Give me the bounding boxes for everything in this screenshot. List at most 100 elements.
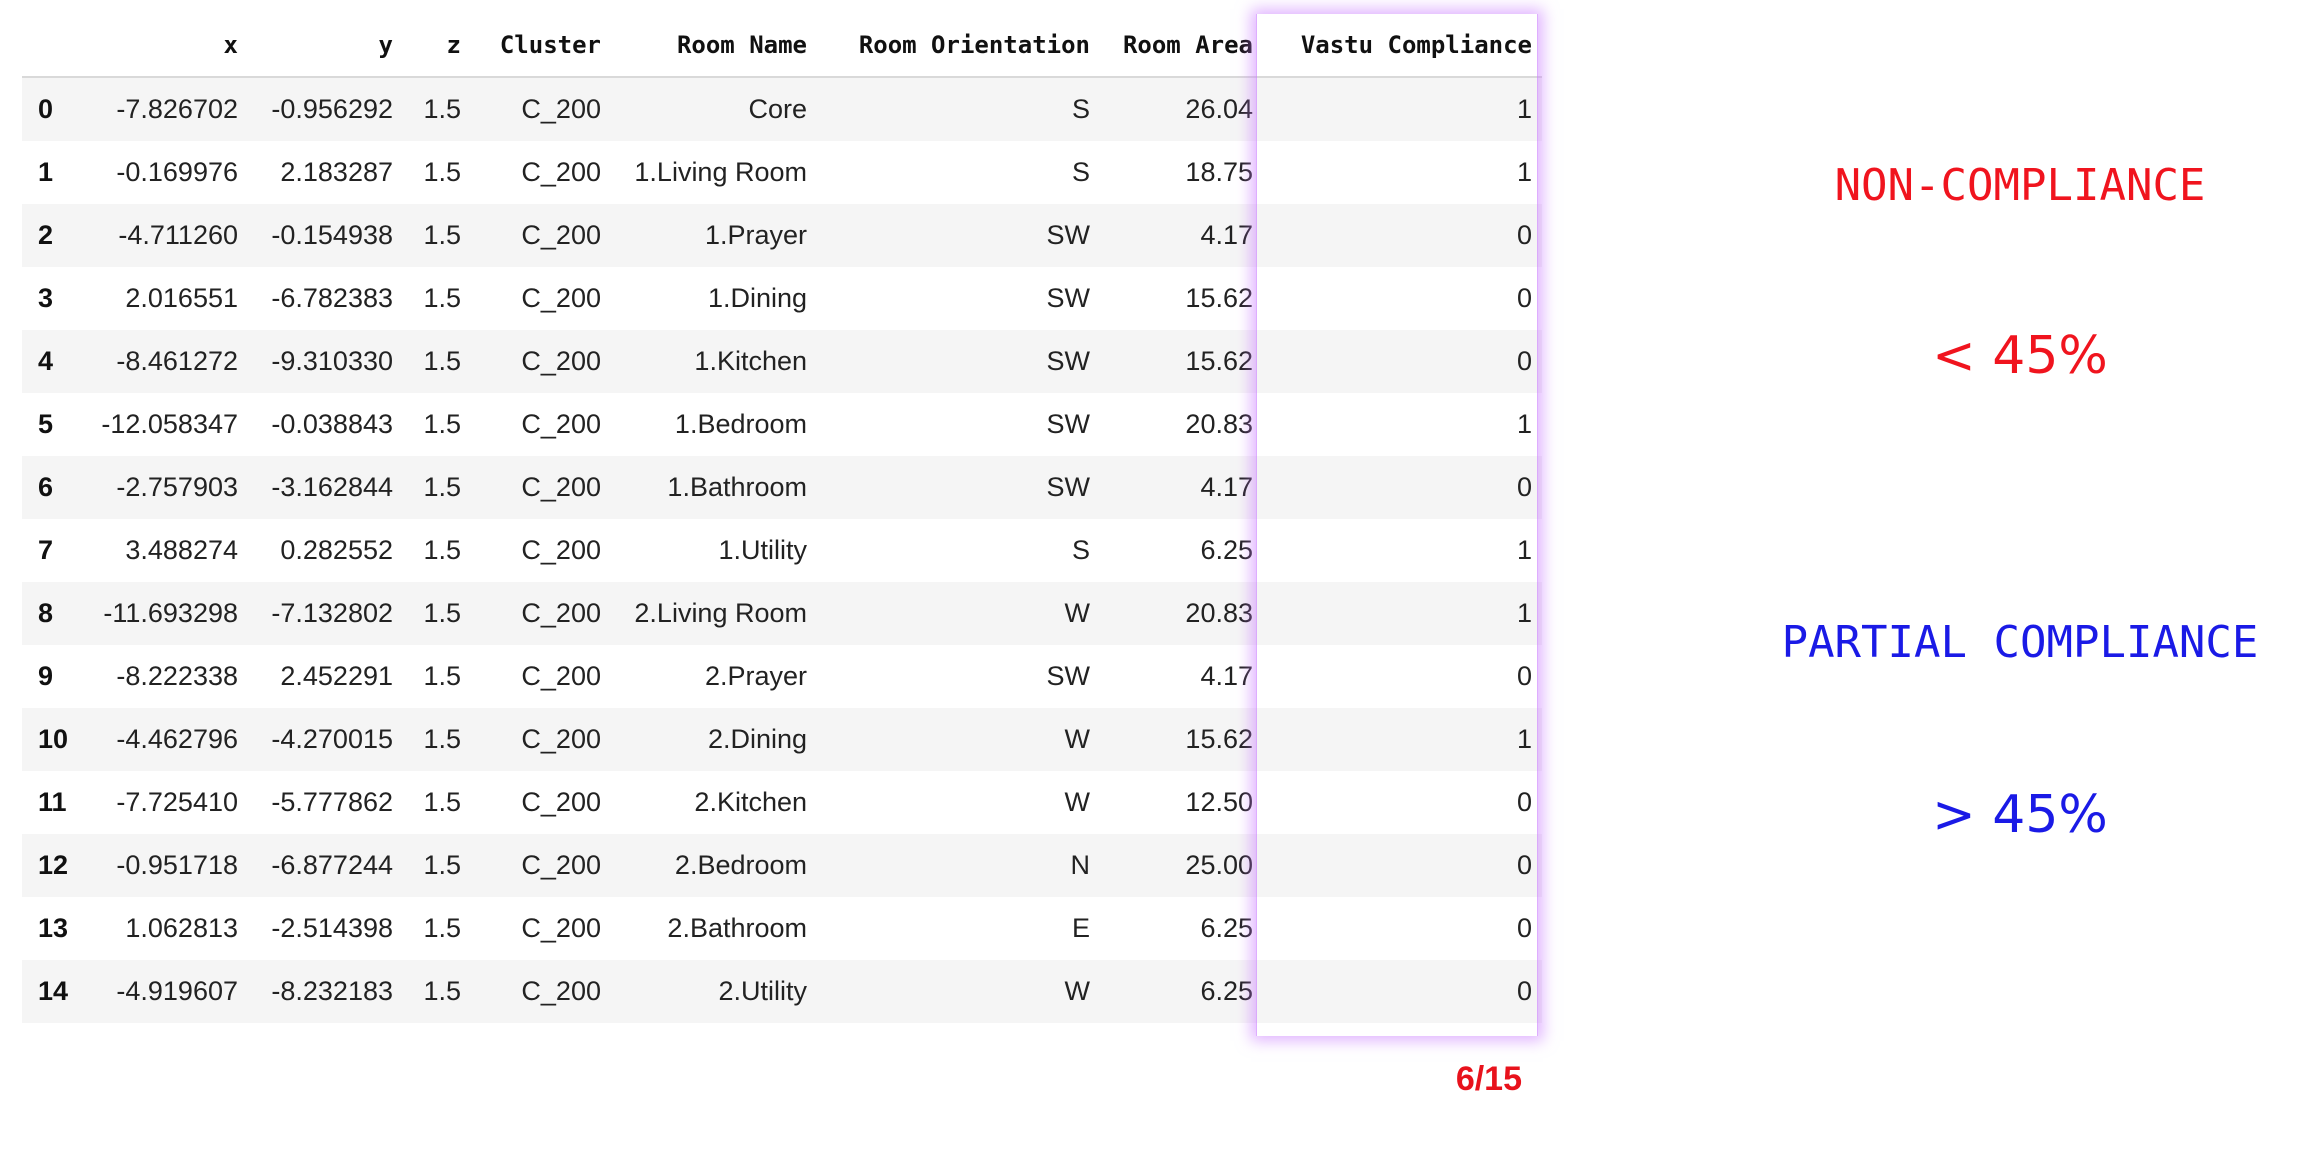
table-cell: 1.5 — [403, 897, 471, 960]
table-row: 2 -4.711260 -0.154938 1.5 C_200 1.Prayer SW 4.1… — [22, 204, 1542, 267]
table-cell: 1 — [1263, 77, 1542, 141]
table-cell: C_200 — [471, 330, 611, 393]
table-cell: 4.17 — [1100, 204, 1263, 267]
table-row: 0 -7.826702 -0.956292 1.5 C_200 Core S 26.04 1 — [22, 77, 1542, 141]
table-cell: 1.5 — [403, 708, 471, 771]
table-cell: 25.00 — [1100, 834, 1263, 897]
table-cell: -3.162844 — [248, 456, 403, 519]
table-cell: -4.462796 — [90, 708, 248, 771]
non-compliance-threshold: < 45% — [1932, 326, 2108, 386]
table-cell: E — [817, 897, 1100, 960]
row-index: 11 — [22, 771, 90, 834]
row-index: 1 — [22, 141, 90, 204]
table-cell: W — [817, 708, 1100, 771]
row-index: 6 — [22, 456, 90, 519]
header-index — [22, 14, 90, 78]
table-cell: -6.782383 — [248, 267, 403, 330]
row-index: 12 — [22, 834, 90, 897]
table-cell: 0 — [1263, 330, 1542, 393]
table-cell: 1.5 — [403, 393, 471, 456]
column-header: z — [403, 14, 471, 78]
table-cell: 0 — [1263, 267, 1542, 330]
table-cell: -8.461272 — [90, 330, 248, 393]
table-cell: C_200 — [471, 645, 611, 708]
row-index: 5 — [22, 393, 90, 456]
table-cell: S — [817, 141, 1100, 204]
column-header: Vastu Compliance — [1263, 14, 1542, 78]
table-cell: 4.17 — [1100, 645, 1263, 708]
table-row: 10 -4.462796 -4.270015 1.5 C_200 2.Dining W 15.… — [22, 708, 1542, 771]
table-cell: 2.Living Room — [611, 582, 817, 645]
row-index: 10 — [22, 708, 90, 771]
table-cell: 3.488274 — [90, 519, 248, 582]
dataframe-table: x y z Cluster Room Name Room Orientation Room … — [22, 14, 1542, 1023]
table-cell: 0 — [1263, 771, 1542, 834]
row-index: 0 — [22, 77, 90, 141]
table-cell: C_200 — [471, 897, 611, 960]
table-row: 3 2.016551 -6.782383 1.5 C_200 1.Dining SW 15.6… — [22, 267, 1542, 330]
column-header: Room Name — [611, 14, 817, 78]
table-cell: 1.5 — [403, 267, 471, 330]
table-cell: 2.Bathroom — [611, 897, 817, 960]
table-row: 14 -4.919607 -8.232183 1.5 C_200 2.Utility W 6.… — [22, 960, 1542, 1023]
header-row: x y z Cluster Room Name Room Orientation Room … — [22, 14, 1542, 78]
table-cell: 6.25 — [1100, 897, 1263, 960]
table-cell: 2.452291 — [248, 645, 403, 708]
table-cell: W — [817, 582, 1100, 645]
table-cell: 1.5 — [403, 519, 471, 582]
table-cell: C_200 — [471, 267, 611, 330]
table-cell: -4.711260 — [90, 204, 248, 267]
table-cell: -0.038843 — [248, 393, 403, 456]
table-cell: 12.50 — [1100, 771, 1263, 834]
table-cell: -2.757903 — [90, 456, 248, 519]
column-header: Cluster — [471, 14, 611, 78]
table-cell: 0 — [1263, 960, 1542, 1023]
table-cell: 1.Prayer — [611, 204, 817, 267]
non-compliance-label: NON-COMPLIANCE — [1834, 160, 2206, 211]
table-cell: 1.5 — [403, 582, 471, 645]
table-cell: 15.62 — [1100, 708, 1263, 771]
table-cell: 1.5 — [403, 834, 471, 897]
table-cell: -9.310330 — [248, 330, 403, 393]
table-cell: -0.154938 — [248, 204, 403, 267]
table-cell: S — [817, 519, 1100, 582]
table-cell: 1.5 — [403, 960, 471, 1023]
column-header: y — [248, 14, 403, 78]
table-cell: N — [817, 834, 1100, 897]
table-cell: -0.956292 — [248, 77, 403, 141]
table-cell: W — [817, 960, 1100, 1023]
table-cell: -8.222338 — [90, 645, 248, 708]
table-cell: SW — [817, 456, 1100, 519]
table-cell: 1.062813 — [90, 897, 248, 960]
row-index: 8 — [22, 582, 90, 645]
table-cell: C_200 — [471, 582, 611, 645]
table-cell: SW — [817, 204, 1100, 267]
table-cell: -11.693298 — [90, 582, 248, 645]
table-cell: C_200 — [471, 708, 611, 771]
table-cell: 2.Dining — [611, 708, 817, 771]
table-row: 7 3.488274 0.282552 1.5 C_200 1.Utility S 6.25 1 — [22, 519, 1542, 582]
table-cell: SW — [817, 645, 1100, 708]
table-cell: -5.777862 — [248, 771, 403, 834]
table-cell: 1.5 — [403, 141, 471, 204]
table-row: 1 -0.169976 2.183287 1.5 C_200 1.Living Room S… — [22, 141, 1542, 204]
table-cell: 1 — [1263, 519, 1542, 582]
table-cell: SW — [817, 330, 1100, 393]
table-cell: 2.Utility — [611, 960, 817, 1023]
table-row: 6 -2.757903 -3.162844 1.5 C_200 1.Bathroom SW 4… — [22, 456, 1542, 519]
table-cell: -6.877244 — [248, 834, 403, 897]
row-index: 7 — [22, 519, 90, 582]
partial-compliance-threshold: > 45% — [1932, 785, 2108, 845]
table-cell: 1.Kitchen — [611, 330, 817, 393]
table-cell: C_200 — [471, 141, 611, 204]
table-cell: -8.232183 — [248, 960, 403, 1023]
table-cell: C_200 — [471, 393, 611, 456]
table-cell: 20.83 — [1100, 393, 1263, 456]
table-cell: C_200 — [471, 519, 611, 582]
table-cell: 1.5 — [403, 204, 471, 267]
table-cell: 0 — [1263, 204, 1542, 267]
table-cell: 1.Dining — [611, 267, 817, 330]
table-cell: 1.5 — [403, 771, 471, 834]
table-cell: 1 — [1263, 393, 1542, 456]
table-cell: SW — [817, 267, 1100, 330]
